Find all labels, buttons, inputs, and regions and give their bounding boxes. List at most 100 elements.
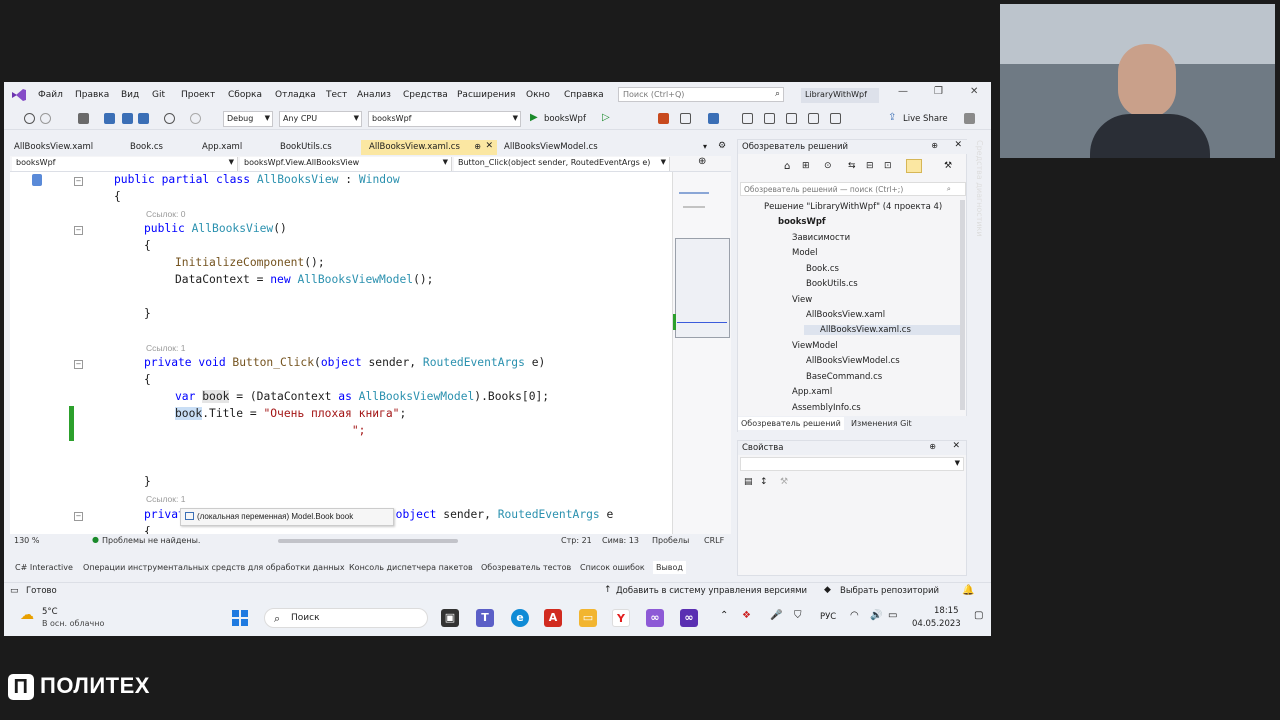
switch-view-icon[interactable]: ⊞ xyxy=(802,161,810,171)
clock-date[interactable]: 04.05.2023 xyxy=(912,619,961,629)
menu-debug[interactable]: Отладка xyxy=(275,90,316,100)
line-number[interactable]: Стр: 21 xyxy=(561,536,592,545)
indent-icon[interactable] xyxy=(742,113,753,124)
forward-icon[interactable] xyxy=(40,113,51,124)
save-all-icon[interactable] xyxy=(138,113,149,124)
run-icon[interactable]: ▶ xyxy=(530,112,538,123)
code-minimap[interactable] xyxy=(672,172,731,534)
tab-bookutils-cs[interactable]: BookUtils.cs xyxy=(272,140,340,155)
hot-reload-icon[interactable] xyxy=(658,113,669,124)
weather-temp[interactable]: 5°C xyxy=(42,607,58,617)
menu-file[interactable]: Файл xyxy=(38,90,63,100)
tab-output[interactable]: Вывод xyxy=(653,561,686,574)
open-icon[interactable] xyxy=(104,113,115,124)
live-share-button[interactable]: Live Share xyxy=(903,114,948,124)
battery-icon[interactable]: ▭ xyxy=(888,610,897,621)
volume-icon[interactable]: 🔊 xyxy=(870,610,882,621)
solution-search-input[interactable]: Обозреватель решений — поиск (Ctrl+;) ⌕ xyxy=(740,182,966,196)
clock-time[interactable]: 18:15 xyxy=(934,606,959,616)
tree-item-allbooksview-xaml[interactable]: AllBooksView.xaml xyxy=(806,310,885,320)
zoom-level[interactable]: 130 % xyxy=(14,536,39,545)
tab-error-list[interactable]: Список ошибок xyxy=(577,561,648,574)
properties-object-select[interactable]: ▼ xyxy=(740,457,964,471)
notifications-icon[interactable]: 🔔 xyxy=(962,585,974,596)
undo-icon[interactable] xyxy=(164,113,175,124)
collapse-all-icon[interactable]: ⊟ xyxy=(866,161,874,171)
tab-package-manager[interactable]: Консоль диспетчера пакетов xyxy=(346,561,476,574)
tree-item-allbooksview-xaml-cs[interactable]: AllBooksView.xaml.cs xyxy=(804,325,962,335)
feedback-icon[interactable] xyxy=(964,113,975,124)
teams-icon[interactable]: T xyxy=(476,609,494,627)
filter-icon[interactable] xyxy=(906,159,922,173)
alphabetical-icon[interactable]: ↕ xyxy=(760,477,768,487)
pin-icon[interactable]: ⊕ xyxy=(931,141,938,150)
menu-extensions[interactable]: Расширения xyxy=(457,90,515,100)
taskbar-search[interactable]: ⌕ Поиск xyxy=(264,608,428,628)
pin-icon[interactable]: ⊕ xyxy=(474,142,481,151)
references-count[interactable]: Ссылок: 0 xyxy=(146,209,185,219)
tree-item-allbooksviewmodel-cs[interactable]: AllBooksViewModel.cs xyxy=(806,356,900,366)
tab-allbooksview-xaml-cs[interactable]: AllBooksView.xaml.cs ⊕ ✕ xyxy=(361,140,497,155)
tree-scrollbar[interactable] xyxy=(960,200,965,410)
layout-icon[interactable] xyxy=(680,113,691,124)
pin-icon[interactable]: ⊕ xyxy=(929,442,936,451)
class-select[interactable]: booksWpf.View.AllBooksView ▼ xyxy=(240,157,452,171)
column-number[interactable]: Симв: 13 xyxy=(602,536,639,545)
add-to-source-control[interactable]: Добавить в систему управления версиями xyxy=(616,586,807,596)
tab-app-xaml[interactable]: App.xaml xyxy=(194,140,250,155)
edge-icon[interactable]: e xyxy=(511,609,529,627)
settings-icon[interactable]: ⚙ xyxy=(718,141,726,151)
new-item-icon[interactable] xyxy=(78,113,89,124)
references-count[interactable]: Ссылок: 1 xyxy=(146,494,185,504)
tree-item-book-cs[interactable]: Book.cs xyxy=(806,264,839,274)
menu-edit[interactable]: Правка xyxy=(75,90,109,100)
maximize-icon[interactable]: ❐ xyxy=(934,86,943,97)
sync-icon[interactable]: ⇆ xyxy=(848,161,856,171)
tray-app-icon[interactable]: ❖ xyxy=(742,610,751,621)
tree-item-basecommand-cs[interactable]: BaseCommand.cs xyxy=(806,372,882,382)
config-select[interactable]: Debug ▼ xyxy=(223,111,273,127)
menu-build[interactable]: Сборка xyxy=(228,90,262,100)
save-icon[interactable] xyxy=(122,113,133,124)
tree-item-folder-model[interactable]: Model xyxy=(792,248,818,258)
member-select[interactable]: Button_Click(object sender, RoutedEventA… xyxy=(454,157,670,171)
home-icon[interactable]: ⌂ xyxy=(784,161,790,172)
bookmark-icon[interactable] xyxy=(786,113,797,124)
tray-overflow-icon[interactable]: ⌃ xyxy=(720,610,728,621)
menu-project[interactable]: Проект xyxy=(181,90,215,100)
keyboard-language[interactable]: РУС xyxy=(820,612,836,622)
run-target[interactable]: booksWpf xyxy=(544,114,586,124)
redo-icon[interactable] xyxy=(190,113,201,124)
close-icon[interactable]: ✕ xyxy=(954,140,962,150)
tray-shield-icon[interactable]: ⛉ xyxy=(794,610,802,621)
yandex-browser-icon[interactable]: Y xyxy=(612,609,630,627)
horizontal-scrollbar[interactable] xyxy=(278,539,458,543)
acrobat-icon[interactable]: A xyxy=(544,609,562,627)
tree-item-project[interactable]: booksWpf xyxy=(778,217,826,227)
menu-git[interactable]: Git xyxy=(152,90,165,100)
task-view-icon[interactable]: ▣ xyxy=(441,609,459,627)
code-editor[interactable]: − − − − public partial class AllBooksVie… xyxy=(10,172,672,534)
visual-studio-icon[interactable]: ∞ xyxy=(646,609,664,627)
wifi-icon[interactable]: ◠ xyxy=(850,610,859,621)
tree-item-assemblyinfo-cs[interactable]: AssemblyInfo.cs xyxy=(792,403,861,413)
properties-icon[interactable]: ⚒ xyxy=(944,161,952,171)
menu-view[interactable]: Вид xyxy=(121,90,139,100)
diagnostics-side-tab[interactable]: Средства диагностики xyxy=(970,140,984,240)
weather-desc[interactable]: В осн. облачно xyxy=(42,619,104,628)
tab-git-changes[interactable]: Изменения Git xyxy=(848,417,915,430)
tab-csharp-interactive[interactable]: C# Interactive xyxy=(12,561,76,574)
close-tab-icon[interactable]: ✕ xyxy=(485,141,493,151)
tree-item-bookutils-cs[interactable]: BookUtils.cs xyxy=(806,279,858,289)
property-pages-icon[interactable]: ⚒ xyxy=(780,477,788,487)
close-icon[interactable]: ✕ xyxy=(970,86,978,97)
run-without-debug-icon[interactable]: ▷ xyxy=(602,112,610,123)
vs-preview-icon[interactable]: ∞ xyxy=(680,609,698,627)
tree-item-folder-view[interactable]: View xyxy=(792,295,812,305)
minimize-icon[interactable]: — xyxy=(898,86,908,97)
startup-select[interactable]: booksWpf ▼ xyxy=(368,111,521,127)
menu-tools[interactable]: Средства xyxy=(403,90,448,100)
microphone-icon[interactable]: 🎤 xyxy=(770,610,782,621)
tab-solution-explorer[interactable]: Обозреватель решений xyxy=(738,417,844,430)
close-icon[interactable]: ✕ xyxy=(952,441,960,451)
